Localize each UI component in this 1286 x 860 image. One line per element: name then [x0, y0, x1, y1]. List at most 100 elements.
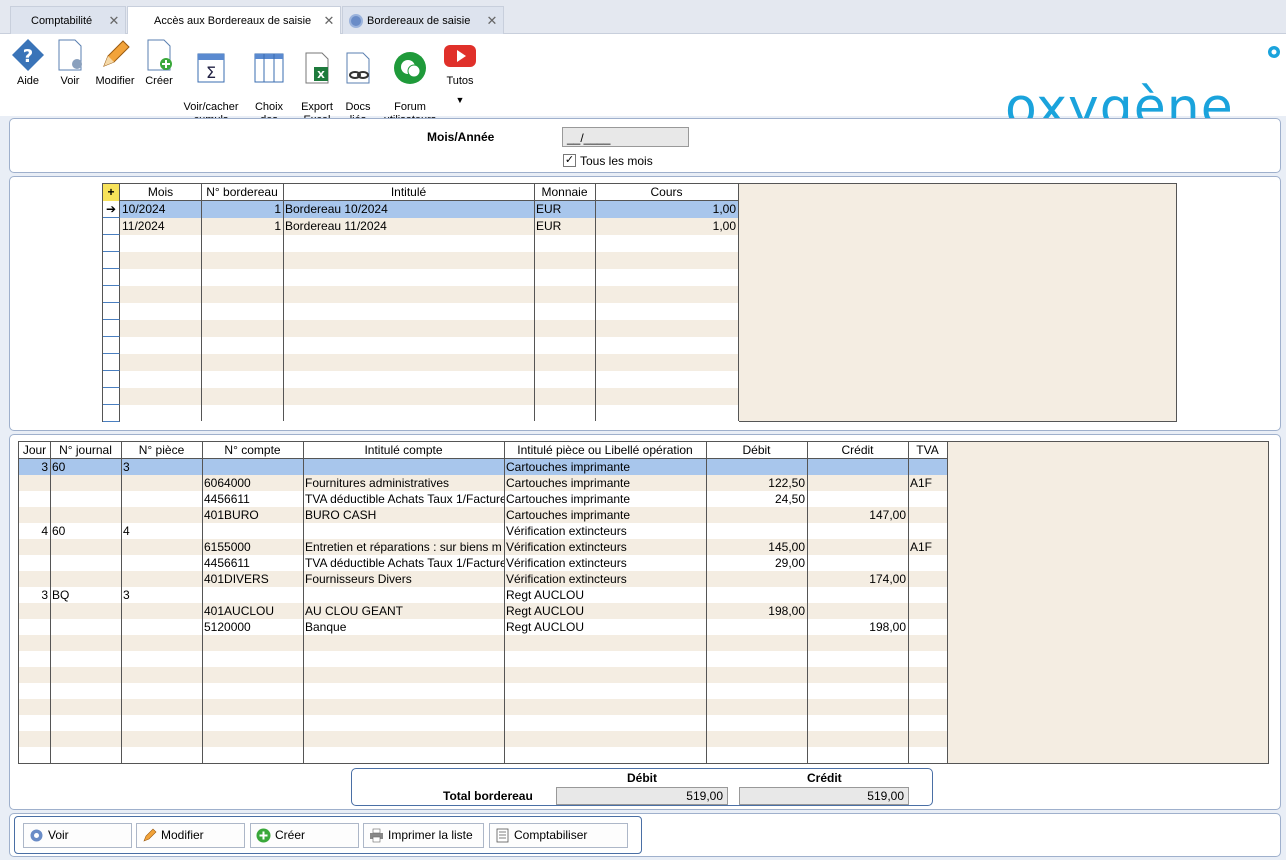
row-selector[interactable] — [103, 354, 120, 371]
table-row[interactable] — [103, 235, 739, 252]
col-header[interactable]: N° journal — [50, 442, 121, 459]
row-selector[interactable] — [103, 235, 120, 252]
table-cell — [202, 699, 303, 715]
table-cell: BQ — [52, 588, 70, 602]
tutos-button[interactable]: Tutos ▼ — [442, 38, 478, 107]
forum-button[interactable]: Forum utilisateurs — [382, 38, 438, 127]
col-header[interactable]: Jour — [19, 442, 50, 459]
table-cell: 174,00 — [869, 572, 906, 586]
view-button[interactable]: Voir — [52, 38, 88, 88]
table-row[interactable] — [103, 405, 739, 422]
table-cell — [504, 731, 706, 747]
row-selector[interactable] — [103, 405, 120, 422]
table-cell — [807, 603, 908, 619]
edit-button[interactable]: Modifier — [94, 38, 136, 88]
table-cell — [706, 523, 807, 539]
linked-docs-button[interactable]: Docs liés — [340, 38, 376, 127]
table-cell — [534, 371, 595, 388]
view-button[interactable]: Voir — [23, 823, 132, 848]
close-icon[interactable]: ✕ — [481, 13, 503, 29]
col-header[interactable]: Monnaie — [534, 184, 595, 201]
edit-button[interactable]: Modifier — [136, 823, 245, 848]
col-header[interactable]: Intitulé compte — [303, 442, 504, 459]
table-row[interactable] — [103, 371, 739, 388]
col-header[interactable]: TVA — [908, 442, 947, 459]
tab-label: Comptabilité — [31, 14, 93, 27]
tab-bordereaux-saisie[interactable]: Bordereaux de saisie ✕ — [342, 6, 504, 34]
row-selector[interactable] — [103, 252, 120, 269]
row-selector[interactable] — [103, 371, 120, 388]
table-row[interactable] — [103, 269, 739, 286]
table-row[interactable] — [103, 354, 739, 371]
table-cell — [807, 587, 908, 603]
print-list-button[interactable]: Imprimer la liste — [363, 823, 484, 848]
table-cell: 5120000 — [204, 620, 251, 634]
create-button[interactable]: Créer — [250, 823, 359, 848]
table-cell — [706, 667, 807, 683]
all-months-checkbox[interactable]: ✓ — [563, 154, 576, 167]
table-cell: 401BURO — [204, 508, 259, 522]
table-cell — [201, 235, 283, 252]
close-icon[interactable]: ✕ — [103, 13, 125, 29]
tab-comptabilite[interactable]: Comptabilité ✕ — [10, 6, 126, 34]
row-selector[interactable] — [103, 337, 120, 354]
table-cell — [534, 235, 595, 252]
row-selector[interactable] — [103, 269, 120, 286]
table-cell — [303, 523, 504, 539]
table-row[interactable]: 11/2024 1 Bordereau 11/2024 EUR 1,00 — [103, 218, 739, 235]
row-selector[interactable]: ➔ — [103, 201, 120, 218]
table-cell — [19, 667, 50, 683]
table-row[interactable] — [103, 320, 739, 337]
col-header[interactable]: N° compte — [202, 442, 303, 459]
logo-gear-icon — [1268, 46, 1280, 58]
add-row-icon[interactable]: + — [103, 184, 120, 201]
table-cell — [202, 651, 303, 667]
table-cell — [121, 555, 202, 571]
table-cell — [706, 699, 807, 715]
table-row[interactable] — [103, 303, 739, 320]
toggle-totals-button[interactable]: Σ Voir/cacher cumuls — [182, 38, 240, 127]
col-header[interactable]: Intitulé — [283, 184, 534, 201]
table-row[interactable] — [103, 337, 739, 354]
table-row[interactable]: ➔ 10/2024 1 Bordereau 10/2024 EUR 1,00 — [103, 201, 739, 218]
tab-acces-bordereaux[interactable]: Accès aux Bordereaux de saisie ✕ — [127, 6, 341, 35]
col-header[interactable]: N° pièce — [121, 442, 202, 459]
new-document-icon — [147, 39, 172, 71]
table-cell: Fournitures administratives — [305, 476, 450, 490]
table-cell — [50, 491, 121, 507]
col-header[interactable]: Cours — [595, 184, 738, 201]
actions-group: Voir Modifier Créer Imprimer la liste Co… — [14, 816, 642, 854]
create-button[interactable]: Créer — [142, 38, 176, 88]
table-cell — [50, 507, 121, 523]
row-selector[interactable] — [103, 388, 120, 405]
row-selector[interactable] — [103, 303, 120, 320]
table-cell — [303, 667, 504, 683]
table-cell — [201, 354, 283, 371]
ledger-icon — [496, 828, 509, 843]
table-cell — [595, 371, 738, 388]
row-selector[interactable] — [103, 320, 120, 337]
export-excel-button[interactable]: X Export Excel — [298, 38, 336, 127]
table-cell — [201, 405, 283, 422]
row-selector[interactable] — [103, 218, 120, 235]
table-cell: Vérification extincteurs — [506, 524, 627, 538]
table-row[interactable] — [103, 286, 739, 303]
help-button[interactable]: ? Aide — [10, 38, 46, 88]
table-row[interactable] — [103, 252, 739, 269]
col-header[interactable]: Débit — [706, 442, 807, 459]
month-year-input[interactable]: __/____ — [562, 127, 689, 147]
column-divider — [947, 442, 948, 763]
col-header[interactable]: Crédit — [807, 442, 908, 459]
column-divider — [807, 442, 808, 763]
col-header[interactable]: N° bordereau — [201, 184, 283, 201]
table-row[interactable] — [103, 388, 739, 405]
col-header[interactable]: Intitulé pièce ou Libellé opération — [504, 442, 706, 459]
row-selector[interactable] — [103, 286, 120, 303]
column-divider — [534, 184, 535, 421]
col-header[interactable]: Mois — [120, 184, 201, 201]
table-cell — [908, 459, 947, 475]
comptabiliser-button[interactable]: Comptabiliser — [489, 823, 628, 848]
close-icon[interactable]: ✕ — [318, 13, 340, 29]
chevron-down-icon[interactable]: ▼ — [442, 94, 478, 107]
table-cell: Bordereau 11/2024 — [285, 219, 387, 233]
